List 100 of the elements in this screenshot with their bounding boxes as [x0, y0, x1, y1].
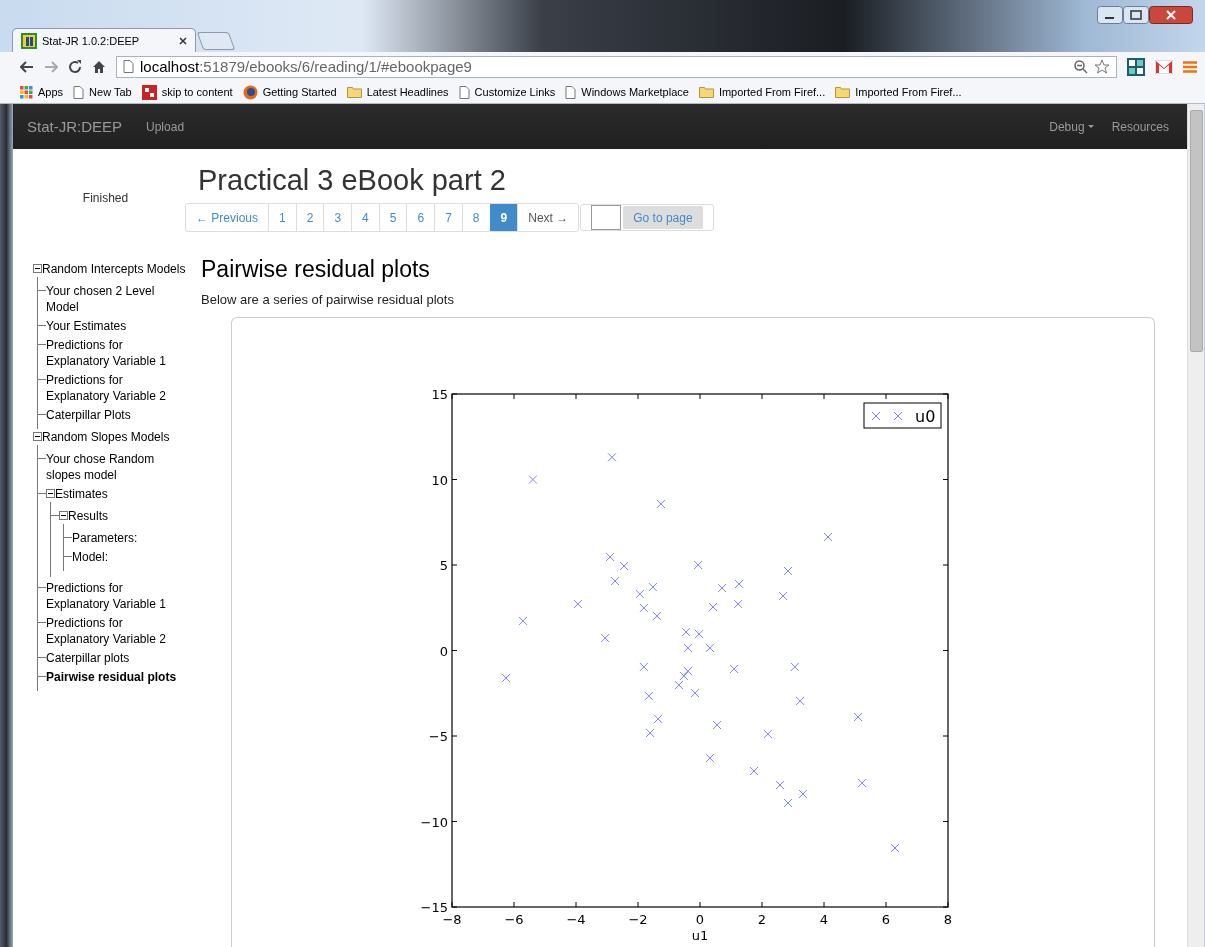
scrollbar[interactable]: [1187, 104, 1204, 947]
data-point: [717, 583, 727, 593]
data-point: [823, 532, 833, 542]
data-point: [729, 664, 739, 674]
section-description: Below are a series of pairwise residual plots: [201, 292, 455, 307]
close-icon[interactable]: [179, 36, 187, 45]
bookmark-link[interactable]: skip to content: [141, 84, 233, 100]
page-link[interactable]: 6: [406, 204, 435, 231]
home-icon[interactable]: [92, 60, 106, 73]
address-bar[interactable]: localhost:51879/ebooks/6/reading/1/#ebookpage9: [116, 55, 1117, 78]
data-point: [708, 602, 718, 612]
tree-item[interactable]: Predictions for Explanatory Variable 1: [46, 580, 186, 612]
book-title: Practical 3 eBook part 2: [198, 163, 507, 197]
maximize-icon[interactable]: [1123, 6, 1149, 24]
data-point: [783, 566, 793, 576]
page-icon: [73, 85, 85, 99]
page-link[interactable]: 8: [461, 204, 490, 231]
page-link[interactable]: 2: [295, 204, 324, 231]
page-link[interactable]: 1: [268, 204, 296, 231]
bookmark-link[interactable]: Windows Marketplace: [565, 85, 689, 99]
data-point: [681, 627, 691, 637]
extension-icon[interactable]: [1127, 57, 1145, 76]
page-link[interactable]: 3: [323, 204, 352, 231]
tree-item[interactable]: Pairwise residual plots: [46, 669, 177, 685]
tree-item[interactable]: Random Slopes Models: [42, 429, 170, 445]
data-point: [501, 673, 511, 683]
collapse-icon[interactable]: [59, 511, 68, 520]
site-logo-icon: [141, 84, 157, 100]
nav-link[interactable]: Upload: [146, 119, 185, 134]
data-point: [635, 589, 645, 599]
data-point: [712, 720, 722, 730]
tree-item[interactable]: Your chosen 2 Level Model: [46, 283, 186, 315]
bookmark-link[interactable]: Imported From Firef...: [698, 86, 826, 98]
star-icon[interactable]: [1094, 59, 1110, 74]
data-point: [694, 629, 704, 639]
menu-icon[interactable]: [1183, 60, 1197, 73]
y-tick-label: 10: [431, 472, 448, 488]
globe-icon: [242, 84, 258, 100]
previous-link[interactable]: ← Previous: [186, 204, 269, 231]
tree-item[interactable]: Results: [68, 508, 108, 524]
close-window-icon[interactable]: [1149, 6, 1193, 24]
data-point: [679, 671, 689, 681]
data-point: [853, 712, 863, 722]
x-tick-label: −8: [442, 912, 462, 927]
tree-item[interactable]: Estimates: [55, 486, 108, 502]
y-tick-label: −5: [428, 729, 448, 744]
page-link[interactable]: 7: [434, 204, 462, 231]
nav-link[interactable]: Debug: [1049, 119, 1094, 134]
page-link[interactable]: 5: [378, 204, 407, 231]
data-point: [573, 599, 583, 609]
back-arrow-icon[interactable]: [20, 60, 34, 73]
data-point: [705, 643, 715, 653]
tree-item[interactable]: Predictions for Explanatory Variable 2: [46, 615, 186, 647]
collapse-icon[interactable]: [46, 489, 55, 498]
tree-item[interactable]: Predictions for Explanatory Variable 1: [46, 337, 186, 369]
mail-icon[interactable]: [1155, 59, 1173, 74]
data-point: [683, 666, 693, 676]
page-link[interactable]: 4: [351, 204, 379, 231]
data-point: [645, 728, 655, 738]
tree-item[interactable]: Your chose Random slopes model: [46, 451, 186, 483]
bookmark-link[interactable]: Customize Links: [458, 85, 556, 99]
data-point: [619, 561, 629, 571]
tree-item[interactable]: Caterpillar Plots: [46, 407, 131, 423]
bookmark-link[interactable]: New Tab: [73, 85, 132, 99]
page-icon: [458, 85, 470, 99]
x-tick-label: −2: [628, 912, 648, 927]
data-point: [857, 778, 867, 788]
data-point: [693, 560, 703, 570]
bookmark-link[interactable]: Latest Headlines: [346, 86, 449, 98]
data-point: [683, 643, 693, 653]
data-point: [798, 789, 808, 799]
next-link[interactable]: Next →: [517, 204, 579, 231]
data-point: [607, 452, 617, 462]
data-point: [653, 714, 663, 724]
bookmark-link[interactable]: Imported From Firef...: [835, 86, 962, 98]
bookmark-link[interactable]: Getting Started: [242, 84, 337, 100]
tree-item[interactable]: Model:: [72, 549, 109, 565]
y-tick-label: 5: [439, 558, 448, 573]
tree-item[interactable]: Your Estimates: [46, 318, 127, 334]
minimize-icon[interactable]: [1097, 6, 1123, 24]
tree-item[interactable]: Random Intercepts Models: [42, 261, 186, 277]
browser-tab[interactable]: Stat-JR 1.0.2:DEEP: [12, 28, 196, 52]
x-tick-label: 6: [881, 912, 891, 927]
tree-item[interactable]: Caterpillar plots: [46, 650, 130, 666]
nav-link[interactable]: Resources: [1111, 119, 1169, 134]
collapse-icon[interactable]: [33, 432, 42, 441]
brand-link[interactable]: Stat-JR:DEEP: [27, 118, 123, 135]
bookmark-link[interactable]: Apps: [20, 85, 64, 99]
legend-marker: [871, 411, 881, 421]
data-point: [783, 798, 793, 808]
folder-icon: [698, 86, 714, 98]
page-link[interactable]: 9: [489, 204, 518, 231]
data-point: [790, 662, 800, 672]
data-point: [639, 662, 649, 672]
tree-item[interactable]: Parameters:: [72, 530, 138, 546]
tree-item[interactable]: Predictions for Explanatory Variable 2: [46, 372, 186, 404]
reload-icon[interactable]: [68, 59, 82, 74]
collapse-icon[interactable]: [33, 264, 42, 273]
page-number-field[interactable]: [591, 205, 622, 230]
zoom-icon[interactable]: [1074, 59, 1088, 74]
